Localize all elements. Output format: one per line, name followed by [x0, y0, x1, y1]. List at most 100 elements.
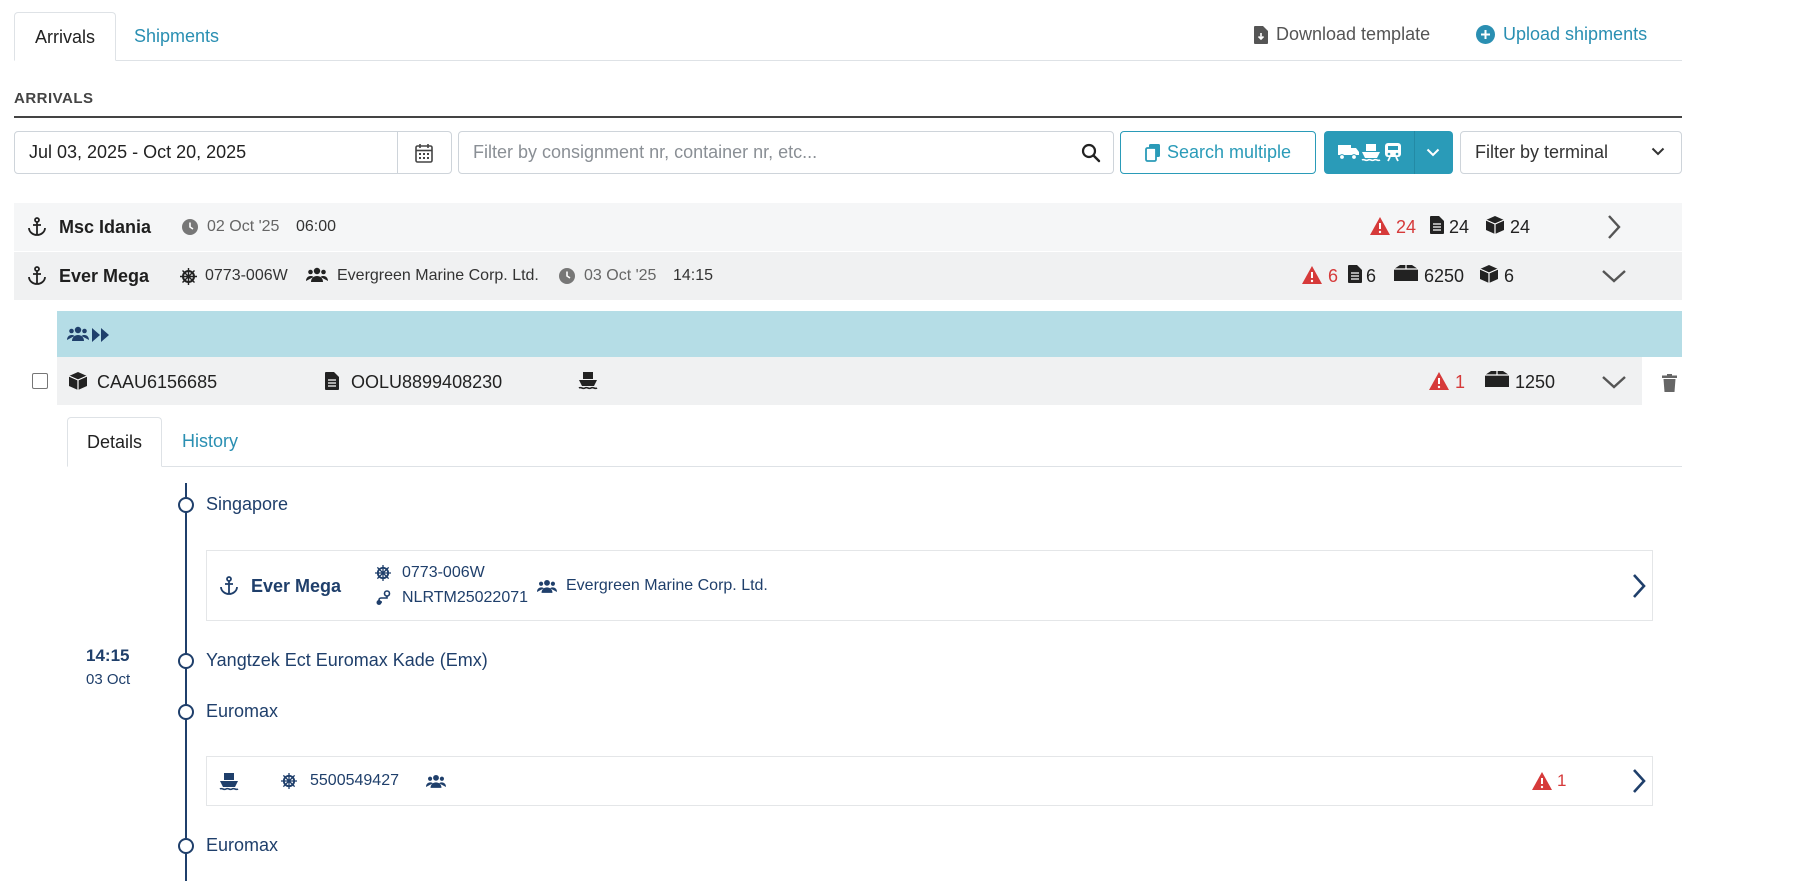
document-count: 24	[1449, 217, 1470, 237]
ship-wheel-icon	[281, 773, 297, 789]
warning-count: 6	[1328, 266, 1339, 286]
transport-mode-dropdown[interactable]	[1324, 131, 1453, 174]
download-template-label: Download template	[1276, 24, 1431, 44]
boxes-icon	[1485, 371, 1509, 389]
leg-reference: NLRTM25022071	[402, 589, 529, 606]
tab-details[interactable]: Details	[67, 417, 163, 467]
timeline-stop-depot: Euromax	[206, 701, 279, 721]
boxes-icon	[1394, 265, 1418, 283]
warning-count: 24	[1396, 217, 1417, 237]
copy-icon	[1145, 143, 1161, 162]
transport-leg-card[interactable]: Ever Mega 0773-006W NLRTM25022071 Evergr…	[206, 550, 1653, 621]
warning-icon	[1429, 372, 1449, 390]
chevron-right-icon[interactable]	[1632, 768, 1646, 794]
container-icon	[1486, 216, 1504, 234]
document-count: 6	[1366, 266, 1377, 286]
anchor-icon	[27, 266, 47, 286]
chevron-right-icon[interactable]	[1632, 573, 1646, 599]
container-count: 6	[1504, 266, 1515, 286]
arrival-row[interactable]: Msc Idania 02 Oct '25 06:00 24 24 24	[14, 203, 1682, 251]
upload-shipments-link[interactable]: Upload shipments	[1476, 24, 1647, 45]
chevron-down-icon[interactable]	[1601, 375, 1627, 389]
users-icon	[537, 579, 557, 594]
clock-icon	[559, 268, 575, 284]
search-placeholder: Filter by consignment nr, container nr, …	[473, 142, 818, 162]
fast-forward-icon	[92, 328, 110, 342]
terminal-filter-select[interactable]: Filter by terminal	[1460, 131, 1682, 174]
transport-leg-card[interactable]: 5500549427 1	[206, 756, 1653, 806]
users-icon	[306, 267, 328, 283]
warning-icon	[1302, 266, 1322, 284]
anchor-icon	[27, 217, 47, 237]
ship-wheel-icon	[180, 268, 197, 285]
route-icon	[375, 590, 391, 606]
container-icon	[69, 372, 87, 390]
train-icon	[1384, 142, 1402, 162]
terminal-filter-label: Filter by terminal	[1475, 142, 1609, 162]
section-divider	[14, 116, 1682, 118]
container-count: 24	[1510, 217, 1531, 237]
chevron-right-icon[interactable]	[1607, 214, 1621, 240]
warning-count: 1	[1455, 372, 1466, 392]
arrival-date: 02 Oct '25	[207, 218, 280, 235]
consignee-group-bar[interactable]	[57, 311, 1682, 357]
search-icon[interactable]	[1081, 143, 1101, 163]
timeline-line	[185, 483, 187, 881]
tab-shipments[interactable]: Shipments	[114, 12, 239, 60]
arrival-time: 06:00	[296, 218, 337, 235]
date-divider	[397, 132, 398, 173]
upload-shipments-label: Upload shipments	[1503, 24, 1648, 44]
clock-icon	[182, 219, 198, 235]
arrival-date: 03 Oct '25	[584, 267, 657, 284]
dropdown-divider	[1414, 131, 1415, 174]
document-icon	[1348, 265, 1362, 283]
ship-icon	[219, 771, 239, 791]
timeline-stop-terminal: Yangtzek Ect Euromax Kade (Emx)	[206, 650, 488, 670]
trash-icon[interactable]	[1662, 374, 1677, 392]
ship-icon	[578, 370, 598, 390]
timeline-node	[178, 704, 194, 720]
shipment-row[interactable]: CAAU6156685 OOLU8899408230 1 1250	[57, 357, 1642, 405]
ship-icon	[1361, 142, 1381, 162]
bill-of-lading-number: OOLU8899408230	[351, 372, 503, 392]
leg-voyage-number: 0773-006W	[402, 564, 485, 581]
chevron-down-icon	[1426, 148, 1440, 157]
document-icon	[325, 372, 339, 390]
package-count: 1250	[1515, 372, 1556, 392]
container-icon	[1480, 265, 1498, 283]
tab-arrivals[interactable]: Arrivals	[14, 12, 117, 61]
users-icon	[67, 326, 89, 342]
container-number: CAAU6156685	[97, 372, 218, 392]
timeline-node	[178, 838, 194, 854]
download-template-link[interactable]: Download template	[1254, 24, 1430, 45]
warning-icon	[1532, 772, 1552, 790]
carrier-name: Evergreen Marine Corp. Ltd.	[337, 267, 539, 284]
file-download-icon	[1254, 25, 1268, 44]
section-title: ARRIVALS	[14, 90, 94, 107]
leg-carrier-name: Evergreen Marine Corp. Ltd.	[566, 577, 768, 594]
timeline-node	[178, 497, 194, 513]
search-multiple-label: Search multiple	[1166, 142, 1292, 162]
search-input[interactable]: Filter by consignment nr, container nr, …	[458, 131, 1114, 174]
package-count: 6250	[1424, 266, 1465, 286]
arrival-row[interactable]: Ever Mega 0773-006W Evergreen Marine Cor…	[14, 252, 1682, 300]
anchor-icon	[219, 576, 239, 596]
tab-history[interactable]: History	[163, 417, 257, 466]
vessel-name: Msc Idania	[59, 217, 152, 237]
warning-count: 1	[1557, 771, 1567, 790]
shipment-checkbox[interactable]	[32, 373, 48, 389]
date-range-input[interactable]: Jul 03, 2025 - Oct 20, 2025	[14, 131, 452, 174]
arrival-time: 14:15	[673, 267, 714, 284]
search-multiple-button[interactable]: Search multiple	[1120, 131, 1316, 174]
leg-vessel-name: Ever Mega	[251, 576, 342, 596]
document-icon	[1430, 216, 1444, 234]
timeline-stop-destination: Euromax	[206, 835, 279, 855]
calendar-icon[interactable]	[415, 143, 433, 163]
timeline-node	[178, 653, 194, 669]
plus-circle-icon	[1476, 25, 1495, 44]
chevron-down-icon[interactable]	[1601, 269, 1627, 283]
leg-voyage-number: 5500549427	[310, 772, 399, 789]
vessel-name: Ever Mega	[59, 266, 150, 286]
truck-icon	[1338, 143, 1360, 161]
ship-wheel-icon	[375, 565, 391, 581]
